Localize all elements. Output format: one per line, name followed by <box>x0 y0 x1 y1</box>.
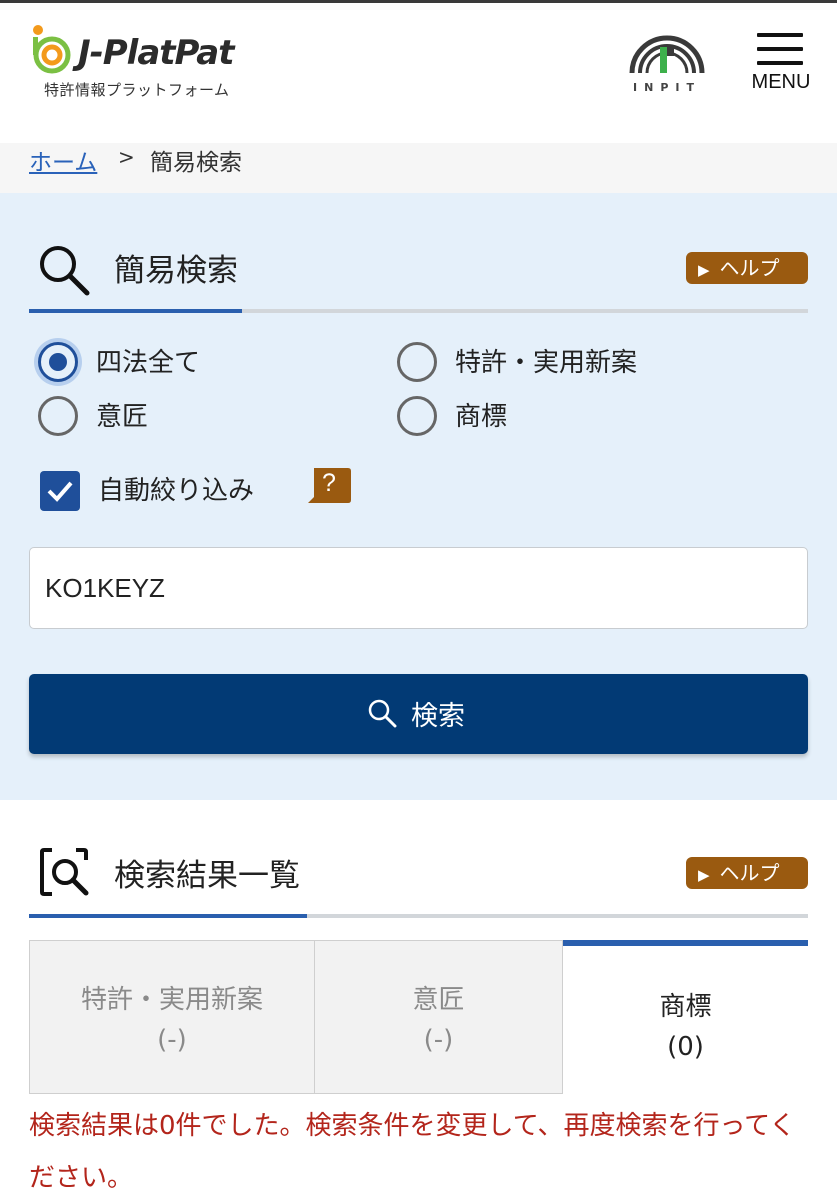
search-icon <box>40 246 90 296</box>
play-triangle-icon: ▶ <box>698 866 710 884</box>
help-label: ヘルプ <box>719 861 780 885</box>
results-underline <box>29 914 808 918</box>
radio-label: 意匠 <box>96 402 149 432</box>
inpit-logo[interactable]: INPIT <box>622 25 712 97</box>
section-underline-active <box>29 309 242 313</box>
hamburger-icon-bar <box>757 61 803 65</box>
radio-trademark[interactable]: 商標 <box>397 394 717 438</box>
breadcrumb-separator: > <box>118 145 135 169</box>
checkmark-icon <box>47 481 73 502</box>
question-help-icon[interactable]: ? <box>304 466 352 508</box>
menu-button[interactable]: MENU <box>748 29 814 99</box>
breadcrumb: ホーム > 簡易検索 <box>0 143 837 193</box>
tab-count: (-) <box>157 1025 187 1055</box>
logo-subtitle: 特許情報プラットフォーム <box>44 81 230 99</box>
section-title-simple-search: 簡易検索 <box>114 253 238 289</box>
tab-name: 意匠 <box>412 985 465 1015</box>
search-button-label: 検索 <box>411 701 465 731</box>
section-underline <box>29 309 808 313</box>
search-results-section: 検索結果一覧 ▶ ヘルプ 特許・実用新案 (-) 意匠 (-) 商標 (0) 検索… <box>0 800 837 1200</box>
radio-label: 特許・実用新案 <box>455 348 638 378</box>
results-help-button[interactable]: ▶ ヘルプ <box>686 857 808 889</box>
tab-count: (0) <box>667 1032 704 1062</box>
auto-filter-label: 自動絞り込み <box>98 476 255 506</box>
tab-trademark[interactable]: 商標 (0) <box>563 940 808 1094</box>
radio-circle <box>397 342 437 382</box>
question-mark-text: ? <box>322 469 336 497</box>
inpit-label: INPIT <box>633 81 701 94</box>
radio-circle <box>38 396 78 436</box>
section-title-results: 検索結果一覧 <box>114 858 300 894</box>
menu-label: MENU <box>751 71 811 93</box>
hamburger-icon-bar <box>757 47 803 51</box>
inpit-arch-icon <box>629 35 705 74</box>
logo-spiral-icon <box>33 25 71 74</box>
results-underline-active <box>29 914 307 918</box>
auto-filter-checkbox[interactable] <box>40 471 80 511</box>
logo-title: J-PlatPat <box>78 33 234 73</box>
simple-search-panel: 簡易検索 ▶ ヘルプ 四法全て 特許・実用新案 意匠 商標 自動絞り込み ? K… <box>0 193 837 800</box>
tab-design[interactable]: 意匠 (-) <box>314 940 563 1094</box>
search-input[interactable] <box>29 547 808 629</box>
hamburger-icon <box>757 33 803 37</box>
radio-label: 商標 <box>455 402 508 432</box>
search-button[interactable]: 検索 <box>29 674 808 754</box>
radio-all-four-laws[interactable]: 四法全て <box>38 340 358 384</box>
radio-circle <box>397 396 437 436</box>
tab-count: (-) <box>423 1025 454 1055</box>
play-triangle-icon: ▶ <box>698 261 710 279</box>
tab-name: 商標 <box>659 992 712 1022</box>
tab-patent-utility[interactable]: 特許・実用新案 (-) <box>29 940 315 1094</box>
tab-name: 特許・実用新案 <box>80 985 263 1015</box>
radio-design[interactable]: 意匠 <box>38 394 358 438</box>
radio-patent-utility[interactable]: 特許・実用新案 <box>397 340 717 384</box>
no-results-message: 検索結果は0件でした。検索条件を変更して、再度検索を行ってください。 <box>29 1111 796 1193</box>
document-search-icon <box>40 848 89 896</box>
jplatpat-logo[interactable]: J-PlatPat 特許情報プラットフォーム <box>28 21 268 101</box>
breadcrumb-current: 簡易検索 <box>150 150 242 176</box>
radio-label: 四法全て <box>96 348 201 378</box>
radio-circle <box>38 342 78 382</box>
search-icon <box>368 699 397 728</box>
site-header: J-PlatPat 特許情報プラットフォーム INPIT MENU <box>0 3 837 143</box>
help-button[interactable]: ▶ ヘルプ <box>686 252 808 284</box>
help-label: ヘルプ <box>719 256 780 280</box>
breadcrumb-home-link[interactable]: ホーム <box>29 143 97 177</box>
